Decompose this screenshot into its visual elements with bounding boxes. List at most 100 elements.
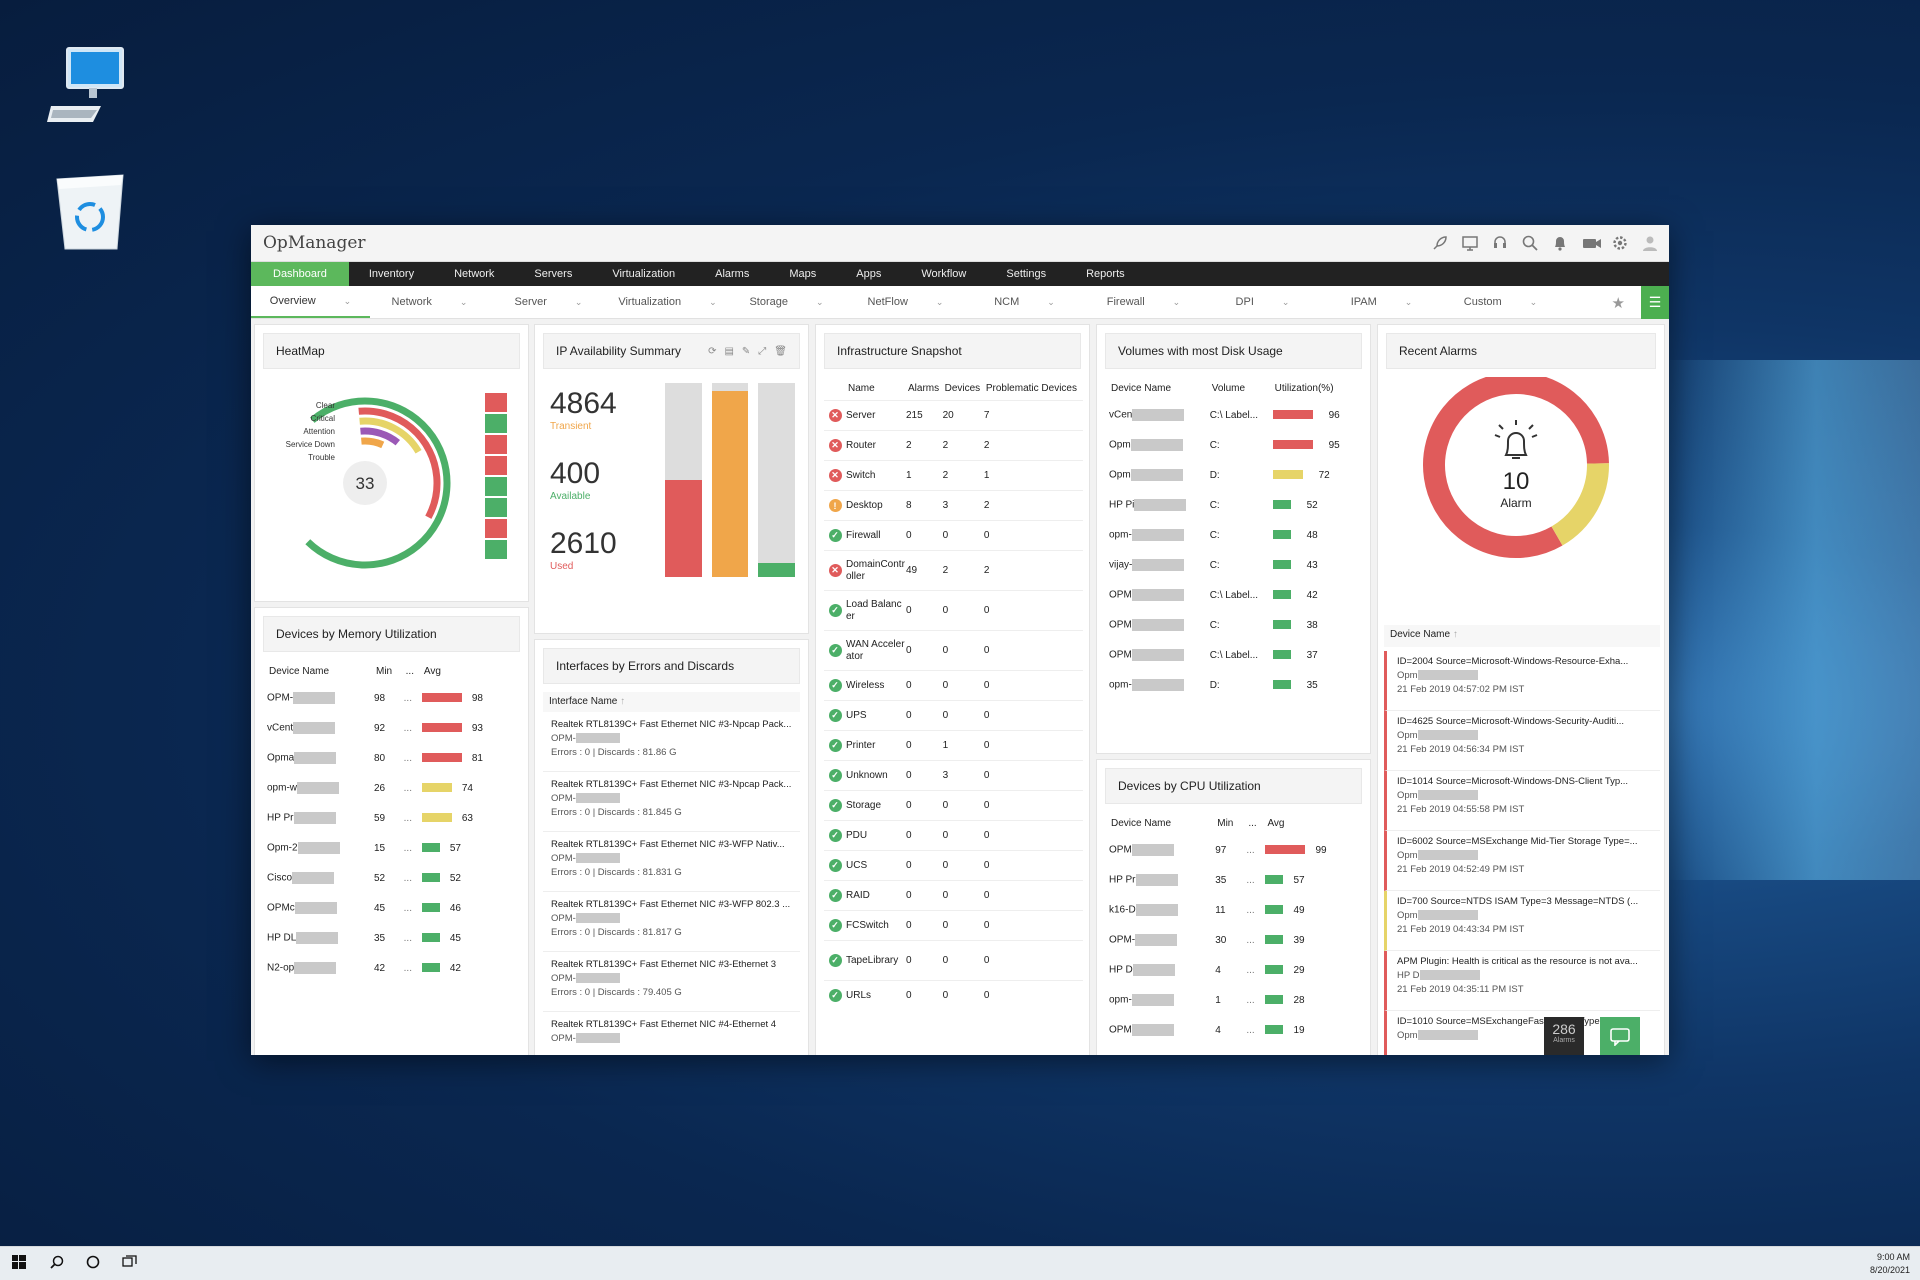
category-name[interactable]: Switch	[846, 461, 906, 491]
video-icon[interactable]	[1581, 234, 1601, 252]
category-name[interactable]: Load Balancer	[846, 591, 906, 631]
table-row[interactable]: ✕ DomainController 49 2 2	[824, 550, 1083, 591]
chevron-down-icon[interactable]: ⌄	[1047, 297, 1055, 308]
subtab-server[interactable]: Server ⌄	[489, 286, 608, 318]
nav-network[interactable]: Network	[434, 262, 514, 286]
table-row[interactable]: ✓ UCS 0 0 0	[824, 850, 1083, 881]
table-row[interactable]: ✓ Load Balancer 0 0 0	[824, 590, 1083, 631]
table-row[interactable]: OPM 97... 99	[1109, 835, 1360, 865]
table-row[interactable]: ✓ Firewall 0 0 0	[824, 520, 1083, 551]
interface-name[interactable]: Realtek RTL8139C+ Fast Ethernet NIC #3-W…	[551, 898, 792, 912]
subtab-ncm[interactable]: NCM ⌄	[965, 286, 1084, 318]
column-header[interactable]: Devices	[943, 377, 984, 401]
table-row[interactable]: ✓ Unknown 0 3 0	[824, 760, 1083, 791]
export-icon[interactable]: ▤	[724, 346, 733, 357]
table-row[interactable]: ✓ Wireless 0 0 0	[824, 670, 1083, 701]
table-row[interactable]: OPM C: 38	[1109, 610, 1360, 640]
table-row[interactable]: ✓ Printer 0 1 0	[824, 730, 1083, 761]
interface-name[interactable]: Realtek RTL8139C+ Fast Ethernet NIC #3-W…	[551, 838, 792, 852]
list-item[interactable]: Realtek RTL8139C+ Fast Ethernet NIC #3-E…	[543, 952, 800, 1012]
heatmap-cell[interactable]	[485, 456, 507, 475]
alarm-message[interactable]: APM Plugin: Health is critical as the re…	[1397, 955, 1652, 969]
nav-alarms[interactable]: Alarms	[695, 262, 769, 286]
list-item[interactable]: Realtek RTL8139C+ Fast Ethernet NIC #3-N…	[543, 772, 800, 832]
subtab-overview[interactable]: Overview ⌄	[251, 286, 370, 318]
table-row[interactable]: k16-D 11... 49	[1109, 895, 1360, 925]
table-row[interactable]: vCent 92... 93	[267, 713, 512, 743]
table-row[interactable]: opm- D: 35	[1109, 670, 1360, 700]
category-name[interactable]: Wireless	[846, 671, 906, 701]
rocket-icon[interactable]	[1431, 234, 1449, 252]
alarm-badge[interactable]: 286 Alarms	[1544, 1017, 1584, 1055]
ip-bar[interactable]	[711, 383, 749, 577]
alarm-item[interactable]: ID=4625 Source=Microsoft-Windows-Securit…	[1384, 711, 1660, 771]
category-name[interactable]: PDU	[846, 821, 906, 851]
chevron-down-icon[interactable]: ⌄	[1530, 297, 1538, 308]
subtab-network[interactable]: Network ⌄	[370, 286, 489, 318]
delete-icon[interactable]: 🗑	[774, 346, 787, 357]
heatmap-cell[interactable]	[485, 519, 507, 538]
heatmap-cell[interactable]	[485, 477, 507, 496]
interface-name[interactable]: Realtek RTL8139C+ Fast Ethernet NIC #4-E…	[551, 1018, 792, 1032]
category-name[interactable]: RAID	[846, 881, 906, 911]
table-row[interactable]: HP D 4... 29	[1109, 955, 1360, 985]
heatmap-cell[interactable]	[485, 498, 507, 517]
gear-icon[interactable]	[1611, 234, 1629, 252]
table-row[interactable]: Cisco 52... 52	[267, 863, 512, 893]
column-header[interactable]: Utilization(%)	[1273, 377, 1360, 400]
chevron-down-icon[interactable]: ⌄	[816, 297, 824, 308]
list-item[interactable]: Realtek RTL8139C+ Fast Ethernet NIC #4-E…	[543, 1012, 800, 1055]
recycle-bin-icon[interactable]	[40, 165, 140, 258]
heatmap-cell[interactable]	[485, 393, 507, 412]
nav-virtualization[interactable]: Virtualization	[592, 262, 695, 286]
table-row[interactable]: OPMc 45... 46	[267, 893, 512, 923]
column-header[interactable]: Min	[374, 660, 404, 683]
alarm-item[interactable]: APM Plugin: Health is critical as the re…	[1384, 951, 1660, 1011]
table-row[interactable]: OPM C:\ Label... 42	[1109, 580, 1360, 610]
nav-apps[interactable]: Apps	[836, 262, 901, 286]
table-row[interactable]: OPM C:\ Label... 37	[1109, 640, 1360, 670]
alarm-item[interactable]: ID=2004 Source=Microsoft-Windows-Resourc…	[1384, 651, 1660, 711]
subtab-custom[interactable]: Custom ⌄	[1441, 286, 1560, 318]
table-row[interactable]: OPM- 98... 98	[267, 683, 512, 713]
category-name[interactable]: Desktop	[846, 491, 906, 521]
category-name[interactable]: Storage	[846, 791, 906, 821]
column-header[interactable]: Device Name	[267, 660, 374, 683]
alarm-message[interactable]: ID=700 Source=NTDS ISAM Type=3 Message=N…	[1397, 895, 1652, 909]
expand-icon[interactable]: ⤢	[758, 346, 766, 357]
table-row[interactable]: ✓ WAN Accelerator 0 0 0	[824, 630, 1083, 671]
heatmap-cell[interactable]	[485, 414, 507, 433]
table-row[interactable]: N2-op 42... 42	[267, 953, 512, 983]
column-header[interactable]: Name	[846, 377, 906, 401]
table-row[interactable]: opm-w 26... 74	[267, 773, 512, 803]
category-name[interactable]: DomainController	[846, 551, 906, 591]
category-name[interactable]: FCSwitch	[846, 911, 906, 941]
filter-panel-icon[interactable]: ☰	[1641, 286, 1669, 319]
alarm-device-header[interactable]: Device Name	[1390, 629, 1450, 640]
table-row[interactable]: ✓ URLs 0 0 0	[824, 980, 1083, 1011]
subtab-storage[interactable]: Storage ⌄	[727, 286, 846, 318]
table-row[interactable]: ✕ Switch 1 2 1	[824, 460, 1083, 491]
chevron-down-icon[interactable]: ⌄	[344, 296, 352, 307]
table-row[interactable]: HP Pr 59... 63	[267, 803, 512, 833]
table-row[interactable]: Opm-2 15... 57	[267, 833, 512, 863]
table-row[interactable]: ✓ Storage 0 0 0	[824, 790, 1083, 821]
headset-icon[interactable]	[1491, 234, 1509, 252]
cortana-icon[interactable]	[86, 1255, 100, 1272]
chevron-down-icon[interactable]: ⌄	[460, 297, 468, 308]
column-header[interactable]: Min	[1215, 812, 1246, 835]
refresh-icon[interactable]: ⟳	[708, 346, 716, 357]
nav-reports[interactable]: Reports	[1066, 262, 1145, 286]
table-row[interactable]: Opma 80... 81	[267, 743, 512, 773]
interface-name[interactable]: Realtek RTL8139C+ Fast Ethernet NIC #3-N…	[551, 718, 792, 732]
table-row[interactable]: ✓ PDU 0 0 0	[824, 820, 1083, 851]
column-header[interactable]: ...	[1246, 812, 1265, 835]
chevron-down-icon[interactable]: ⌄	[936, 297, 944, 308]
table-row[interactable]: ✓ RAID 0 0 0	[824, 880, 1083, 911]
category-name[interactable]: WAN Accelerator	[846, 631, 906, 671]
alarm-message[interactable]: ID=1014 Source=Microsoft-Windows-DNS-Cli…	[1397, 775, 1652, 789]
category-name[interactable]: URLs	[846, 981, 906, 1011]
this-pc-icon[interactable]	[40, 40, 140, 133]
column-header[interactable]: ...	[404, 660, 422, 683]
chevron-down-icon[interactable]: ⌄	[1282, 297, 1290, 308]
